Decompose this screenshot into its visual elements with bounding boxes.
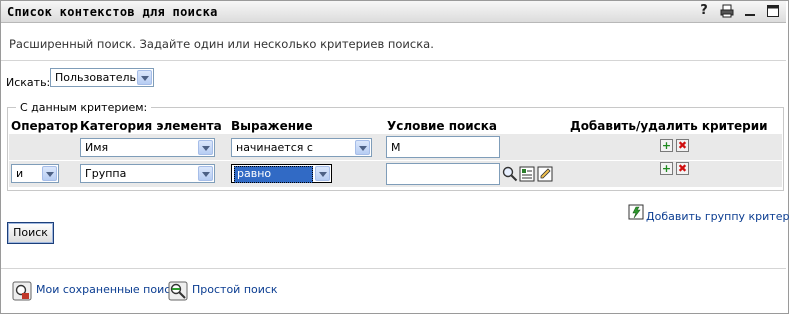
add-criteria-group-link[interactable]: Добавить группу критериев (646, 210, 789, 223)
search-for-select[interactable]: Пользователь (50, 68, 154, 87)
object-lookup-icon[interactable] (502, 166, 518, 182)
edit-icon[interactable] (537, 166, 553, 182)
header-category: Категория элемента (80, 119, 222, 133)
chevron-down-icon (198, 166, 213, 181)
maximize-icon[interactable] (766, 4, 780, 18)
window-title: Список контекстов для поиска (7, 5, 218, 19)
remove-criteria-button[interactable]: ✖ (676, 162, 689, 175)
history-list-icon[interactable] (519, 166, 535, 182)
expression-select-row2[interactable]: равно (231, 164, 332, 183)
condition-input-row1[interactable]: М (386, 136, 500, 158)
title-icons: ? (697, 4, 780, 18)
saved-searches-icon[interactable] (12, 281, 32, 301)
header-expression: Выражение (231, 119, 313, 133)
operator-select-row2[interactable]: и (11, 164, 59, 183)
category-select-row1[interactable]: Имя (80, 138, 215, 157)
category-select-row2[interactable]: Группа (80, 164, 215, 183)
chevron-down-icon (198, 140, 213, 155)
chevron-down-icon (137, 70, 152, 85)
header-add-remove: Добавить/удалить критерии (570, 119, 768, 133)
print-icon[interactable] (720, 4, 734, 18)
simple-search-link[interactable]: Простой поиск (192, 283, 278, 296)
minimize-icon[interactable] (743, 4, 757, 18)
add-criteria-button[interactable]: + (660, 139, 673, 152)
category-value: Группа (85, 167, 127, 180)
condition-input-row2[interactable] (386, 163, 500, 185)
title-bar: Список контекстов для поиска ? (1, 1, 786, 23)
category-value: Имя (85, 141, 109, 154)
footer-divider (1, 268, 786, 269)
expression-value: начинается с (236, 141, 313, 154)
simple-search-icon[interactable] (168, 281, 188, 301)
expression-select-row1[interactable]: начинается с (231, 138, 372, 157)
search-button[interactable]: Поиск (7, 222, 54, 244)
criteria-legend: С данным критерием: (16, 101, 152, 114)
header-condition: Условие поиска (387, 119, 498, 133)
operator-value: и (16, 167, 24, 180)
description-text: Расширенный поиск. Задайте один или неск… (9, 37, 434, 51)
condition-value: М (391, 141, 401, 154)
help-icon[interactable]: ? (697, 4, 711, 18)
description-band: Расширенный поиск. Задайте один или неск… (1, 23, 786, 61)
expression-value: равно (234, 166, 313, 183)
search-for-value: Пользователь (55, 71, 137, 84)
chevron-down-icon (42, 166, 57, 181)
add-criteria-button[interactable]: + (660, 162, 673, 175)
chevron-down-icon (355, 140, 370, 155)
chevron-down-icon (315, 166, 330, 181)
search-for-label: Искать: (6, 76, 51, 89)
add-group-icon[interactable] (628, 204, 644, 220)
header-operator: Оператор (11, 119, 79, 133)
saved-searches-link[interactable]: Мои сохраненные поиски (36, 283, 184, 296)
remove-criteria-button[interactable]: ✖ (676, 139, 689, 152)
